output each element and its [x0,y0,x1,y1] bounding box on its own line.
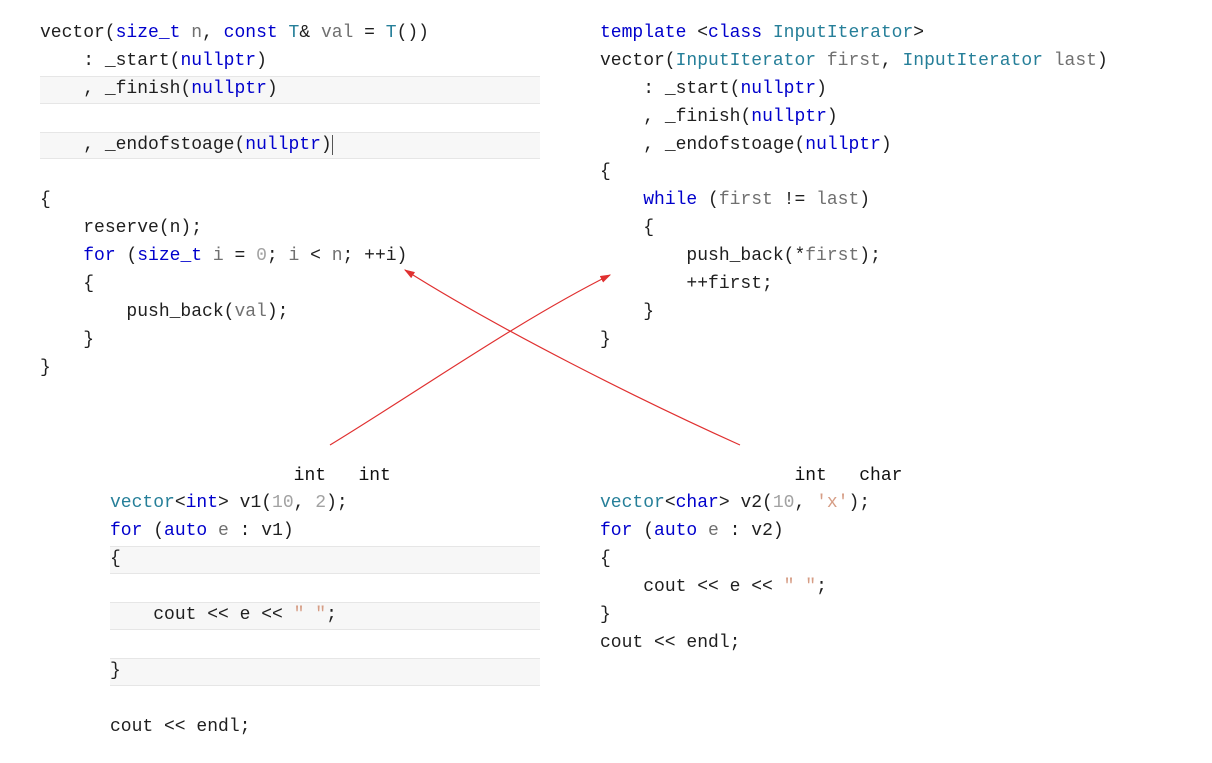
line: : _start(nullptr) [40,51,267,71]
code-block: vector(size_t n, const T& val = T()) : _… [40,20,540,383]
top-constructors-row: vector(size_t n, const T& val = T()) : _… [40,20,1172,383]
line: for (size_t i = 0; i < n; ++i) [40,246,407,266]
example-v1: int int vector<int> v1(10, 2); for (auto… [110,463,540,742]
line: cout << endl; [110,717,250,737]
line: { [40,274,94,294]
line: } [600,330,611,350]
line: } [40,358,51,378]
iterator-constructor-code: template <class InputIterator> vector(In… [600,20,1180,383]
line: cout << endl; [600,633,740,653]
line: , _finish(nullptr) [600,107,838,127]
text-cursor [332,135,333,155]
line: { [600,218,654,238]
line: } [600,605,611,625]
highlighted-line: , _endofstoage(nullptr) [40,132,540,160]
line: vector(InputIterator first, InputIterato… [600,51,1108,71]
line: { [600,162,611,182]
line: template <class InputIterator> [600,23,924,43]
line: reserve(n); [40,218,202,238]
annotation-labels: int char [600,466,902,486]
highlighted-line: , _finish(nullptr) [40,76,540,104]
example-v2: int char vector<char> v2(10, 'x'); for (… [600,463,1080,742]
line: while (first != last) [600,190,870,210]
line: push_back(*first); [600,246,881,266]
line: for (auto e : v1) [110,521,294,541]
line: , _endofstoage(nullptr) [600,135,892,155]
line: for (auto e : v2) [600,521,784,541]
line: vector<char> v2(10, 'x'); [600,493,870,513]
line: { [110,546,540,574]
line: vector<int> v1(10, 2); [110,493,348,513]
line: vector(size_t n, const T& val = T()) [40,23,429,43]
line: } [600,302,654,322]
line: cout << e << " "; [110,602,540,630]
annotation-labels: int int [110,466,391,486]
line: { [40,190,51,210]
line: } [40,330,94,350]
line: : _start(nullptr) [600,79,827,99]
fill-constructor-code: vector(size_t n, const T& val = T()) : _… [40,20,540,383]
line: cout << e << " "; [600,577,827,597]
line: } [110,658,540,686]
code-block: template <class InputIterator> vector(In… [600,20,1180,355]
code-block: int int vector<int> v1(10, 2); for (auto… [110,463,540,742]
line: push_back(val); [40,302,288,322]
line: ++first; [600,274,773,294]
code-block: int char vector<char> v2(10, 'x'); for (… [600,463,1080,658]
line: { [600,549,611,569]
examples-row: int int vector<int> v1(10, 2); for (auto… [40,463,1172,742]
